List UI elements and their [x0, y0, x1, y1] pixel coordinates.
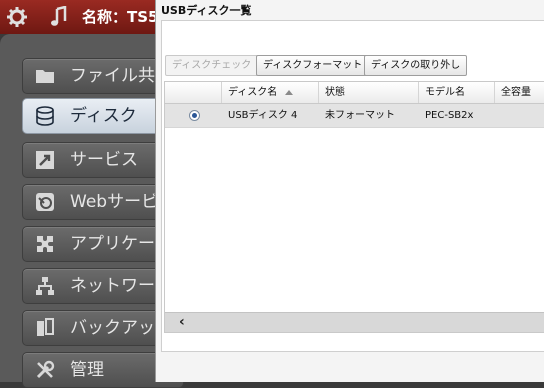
cell-disk-name: USBディスク 4 — [228, 110, 298, 121]
folder-icon — [35, 66, 55, 86]
cell-status: 未フォーマット — [325, 110, 395, 121]
column-header-label: ディスク名 — [228, 87, 278, 98]
sidebar: ファイル共 ディスク サービス Webサービ アプリケー ネットワー バックアッ… — [0, 34, 184, 388]
backup-icon — [35, 318, 55, 338]
disk-format-button[interactable]: ディスクフォーマット — [256, 55, 370, 76]
web-icon — [35, 192, 55, 212]
gear-icon[interactable] — [6, 6, 28, 28]
sidebar-item-label: ディスク — [70, 106, 137, 126]
disk-remove-button[interactable]: ディスクの取り外し — [364, 55, 468, 76]
network-icon — [35, 276, 55, 296]
tools-icon — [35, 360, 55, 380]
puzzle-icon — [35, 234, 55, 254]
row-select-radio[interactable] — [189, 110, 200, 121]
cell-capacity — [495, 104, 501, 127]
column-header-model[interactable]: モデル名 — [419, 82, 495, 103]
column-header-disk-name[interactable]: ディスク名 — [222, 82, 319, 103]
sidebar-item-label: Webサービ — [70, 192, 159, 212]
sidebar-item-label: サービス — [70, 150, 138, 170]
column-header-capacity[interactable]: 全容量 — [495, 82, 544, 103]
disk-icon — [35, 106, 55, 126]
sidebar-item-label: アプリケー — [70, 234, 155, 254]
column-header-status[interactable]: 状態 — [319, 82, 419, 103]
sort-ascending-icon — [285, 89, 294, 95]
sidebar-item-label: ネットワー — [70, 276, 155, 296]
service-icon — [35, 150, 55, 170]
sidebar-item-label: 管理 — [70, 360, 104, 380]
table-header: ディスク名 状態 モデル名 全容量 — [165, 82, 544, 104]
disk-check-button[interactable]: ディスクチェック — [165, 55, 259, 76]
cell-model: PEC-SB2x — [425, 110, 474, 121]
music-icon[interactable] — [48, 5, 70, 28]
sidebar-item-label: バックアッ — [70, 318, 155, 338]
device-name-title: 名称：TS5 — [82, 8, 159, 26]
usb-disk-table: ディスク名 状態 モデル名 全容量 USBディスク 4 未フォーマット PEC-… — [164, 81, 544, 333]
dialog-title: USBディスク一覧 — [161, 4, 252, 17]
horizontal-scrollbar[interactable]: ‹ — [165, 312, 544, 332]
column-header-select — [165, 82, 222, 103]
scroll-left-icon[interactable]: ‹ — [179, 314, 185, 330]
sidebar-item-label: ファイル共 — [70, 66, 155, 86]
table-row[interactable]: USBディスク 4 未フォーマット PEC-SB2x — [165, 104, 544, 128]
